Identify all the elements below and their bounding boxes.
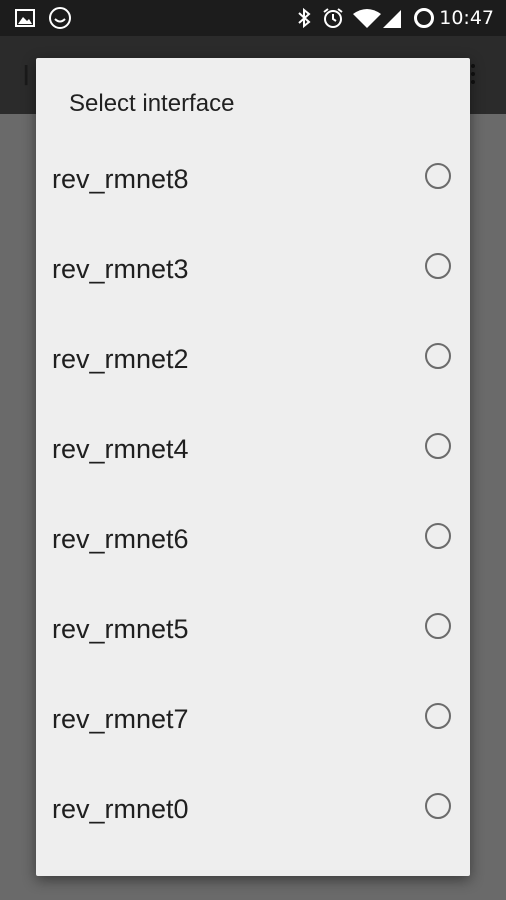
option-item[interactable]: rev_rmnet3: [36, 225, 470, 315]
status-time: 10:47: [439, 7, 494, 29]
select-interface-dialog: Select interface rev_rmnet8 rev_rmnet3 r…: [36, 58, 470, 876]
bluetooth-icon: [298, 7, 311, 29]
option-item[interactable]: rev_rmnet5: [36, 585, 470, 675]
radio-button[interactable]: [425, 343, 451, 369]
radio-button[interactable]: [425, 613, 451, 639]
app-bar-title: I: [22, 59, 31, 92]
screen: 10:47 I Select interface rev_rmnet8 rev_…: [0, 0, 506, 900]
radio-button[interactable]: [425, 793, 451, 819]
overflow-menu-icon[interactable]: [469, 64, 477, 86]
option-label: rev_rmnet8: [52, 164, 189, 194]
alarm-icon: [323, 8, 343, 28]
option-item[interactable]: rev_rmnet4: [36, 405, 470, 495]
option-item[interactable]: rev_rmnet2: [36, 315, 470, 405]
radio-button[interactable]: [425, 433, 451, 459]
image-icon: [15, 9, 35, 27]
status-bar: 10:47: [0, 0, 506, 36]
option-item[interactable]: rev_rmnet7: [36, 675, 470, 765]
radio-button[interactable]: [425, 163, 451, 189]
option-label: rev_rmnet2: [52, 344, 189, 374]
radio-button[interactable]: [425, 523, 451, 549]
option-label: rev_rmnet6: [52, 524, 189, 554]
signal-icon: [383, 10, 401, 28]
smiley-icon: [49, 7, 71, 29]
option-label: rev_rmnet7: [52, 704, 189, 734]
wifi-icon: [353, 9, 381, 28]
option-label: rev_rmnet3: [52, 254, 189, 284]
option-label: rev_rmnet0: [52, 794, 189, 824]
battery-ring-icon: [414, 8, 434, 28]
radio-button[interactable]: [425, 253, 451, 279]
dialog-title: Select interface: [69, 90, 235, 117]
option-label: rev_rmnet5: [52, 614, 189, 644]
option-item[interactable]: rev_rmnet8: [36, 135, 470, 225]
option-item[interactable]: rev_rmnet6: [36, 495, 470, 585]
option-label: rev_rmnet4: [52, 434, 189, 464]
radio-button[interactable]: [425, 703, 451, 729]
option-list: rev_rmnet8 rev_rmnet3 rev_rmnet2 rev_rmn…: [36, 135, 470, 855]
option-item[interactable]: rev_rmnet0: [36, 765, 470, 855]
